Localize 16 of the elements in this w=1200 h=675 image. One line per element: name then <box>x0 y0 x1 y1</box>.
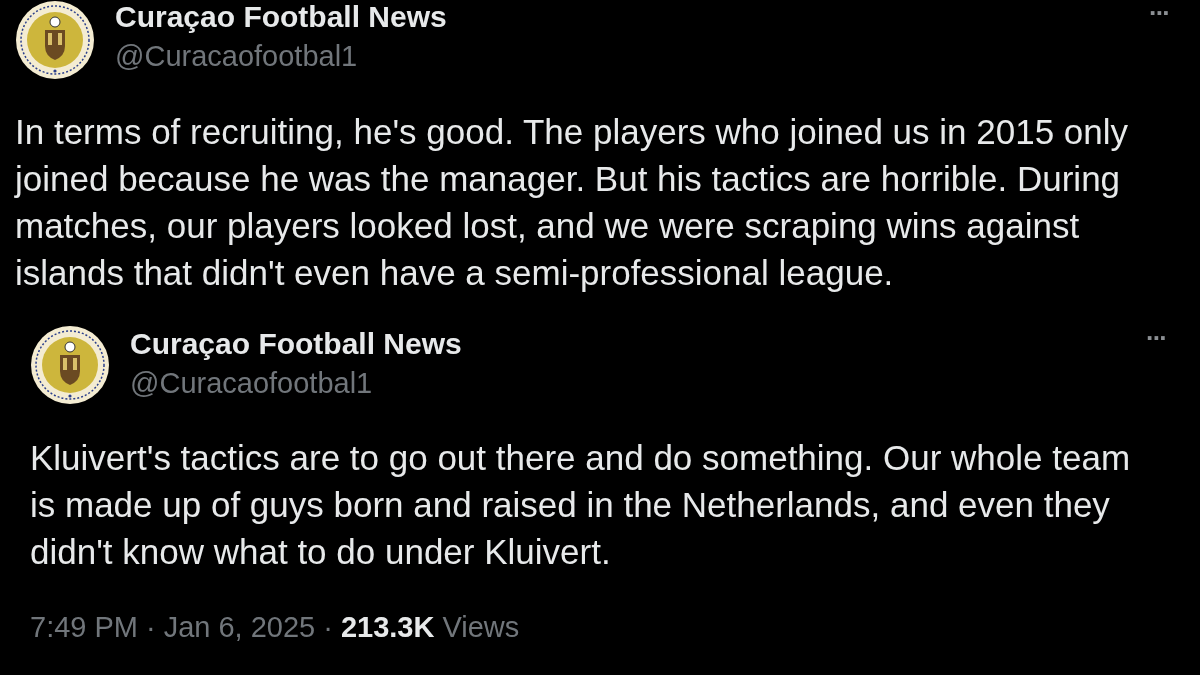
more-options-button[interactable]: ··· <box>1138 325 1174 353</box>
author-handle[interactable]: @Curacaofootbal1 <box>130 366 373 400</box>
views-label: Views <box>442 610 520 644</box>
tweet-text: In terms of recruiting, he's good. The players who joined us in 2015 only joined because he was the manager. But his tactics are horrible. During matches, our players looked lost, and we were scraping wins against islands that didn't even have a semi-professional league. <box>15 111 1130 294</box>
author-name[interactable]: Curaçao Football News <box>115 0 447 34</box>
separator-dot: · <box>146 610 156 644</box>
crest-avatar-icon[interactable] <box>15 0 95 80</box>
tweet-text: Kluivert's tactics are to go out there and do something. Our whole team is made up of guys born and raised in the Netherlands, and even they didn't know what to do under Kluivert. <box>30 437 1132 573</box>
crest-avatar-icon[interactable] <box>30 325 110 405</box>
tweet-date[interactable]: Jan 6, 2025 <box>163 610 316 644</box>
tweet-time[interactable]: 7:49 PM <box>30 610 138 644</box>
author-name[interactable]: Curaçao Football News <box>130 327 462 361</box>
views-count: 213.3K <box>340 610 435 644</box>
more-options-button[interactable]: ··· <box>1141 0 1177 28</box>
author-handle[interactable]: @Curacaofootbal1 <box>115 39 358 73</box>
separator-dot: · <box>323 610 333 644</box>
